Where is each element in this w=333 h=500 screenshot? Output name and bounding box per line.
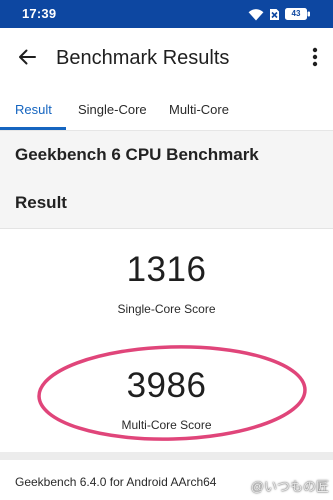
result-heading: Result	[15, 193, 67, 212]
single-core-score-value: 1316	[126, 250, 207, 289]
back-button[interactable]	[10, 42, 44, 76]
multi-core-score-value: 3986	[126, 366, 207, 405]
battery-level: 43	[291, 9, 301, 18]
status-icons: 43	[248, 6, 311, 22]
single-core-score-label: Single-Core Score	[117, 302, 216, 316]
version-info: Geekbench 6.4.0 for Android AArch64	[15, 475, 217, 489]
watermark: @いつもの匠	[250, 479, 329, 494]
tab-single-core[interactable]: Single-Core	[78, 90, 147, 130]
status-time: 17:39	[22, 6, 57, 21]
benchmark-title: Geekbench 6 CPU Benchmark	[15, 145, 259, 164]
tab-selected-indicator	[0, 127, 66, 130]
result-header: Geekbench 6 CPU Benchmark Result	[0, 131, 333, 229]
tab-result[interactable]: Result	[15, 90, 52, 130]
wifi-icon	[248, 8, 264, 21]
more-options-button[interactable]	[303, 44, 327, 74]
sim-off-icon	[269, 8, 280, 21]
page-title: Benchmark Results	[56, 47, 230, 69]
single-core-score-block: 1316 Single-Core Score	[0, 250, 333, 316]
more-vertical-icon	[312, 47, 318, 72]
battery-icon: 43	[285, 8, 311, 20]
tab-multi-core[interactable]: Multi-Core	[169, 90, 229, 130]
multi-core-score-block: 3986 Multi-Core Score	[0, 366, 333, 432]
multi-core-score-label: Multi-Core Score	[121, 418, 212, 432]
footer-divider	[0, 452, 333, 460]
app-bar: Benchmark Results	[0, 28, 333, 90]
tab-bar: Result Single-Core Multi-Core	[0, 90, 333, 131]
status-bar: 17:39 43	[0, 0, 333, 28]
arrow-left-icon	[17, 47, 37, 72]
